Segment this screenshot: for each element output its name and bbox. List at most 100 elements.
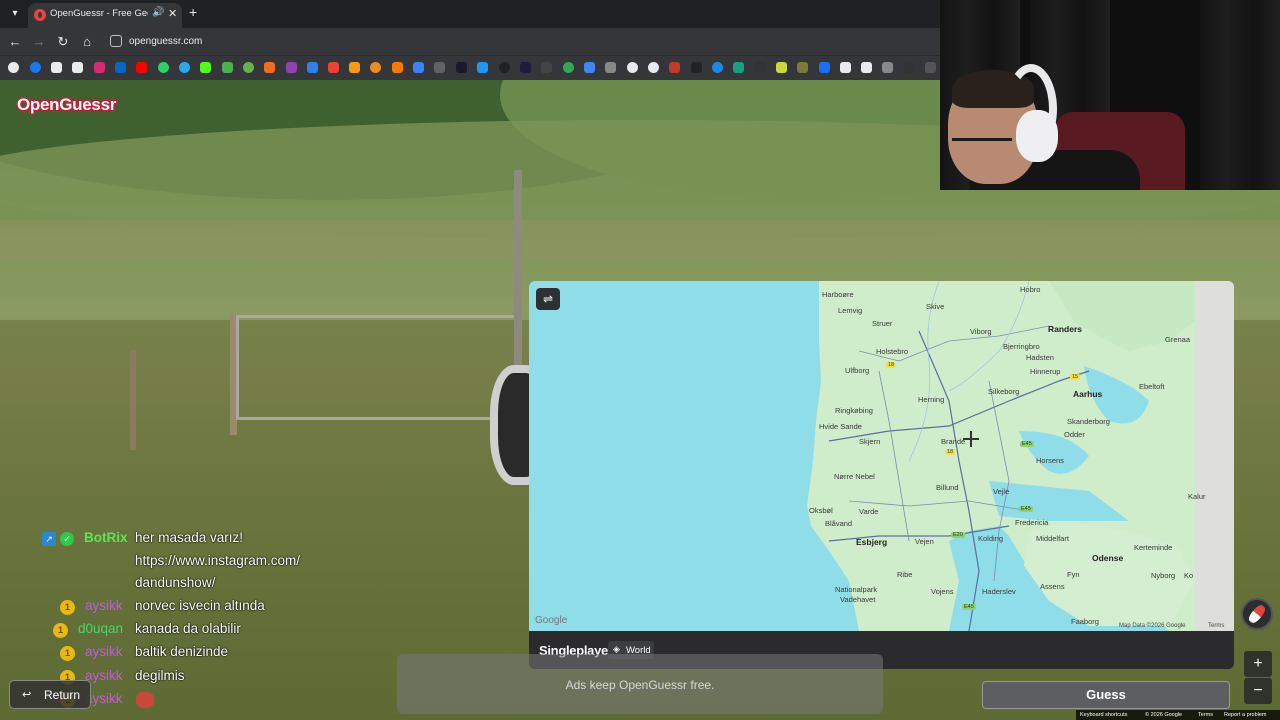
chat-text: baltik denizinde	[135, 644, 229, 659]
map-place-label: Horsens	[1036, 456, 1064, 465]
map-place-label: Kerteminde	[1134, 543, 1173, 552]
road-number-badge: E20	[951, 532, 965, 538]
map-place-label: Odder	[1064, 430, 1085, 439]
bookmark-icon[interactable]	[370, 62, 381, 73]
bookmark-icon[interactable]	[413, 62, 424, 73]
map-place-label: Hinnerup	[1030, 367, 1061, 376]
bookmark-icon[interactable]	[605, 62, 616, 73]
chat-username[interactable]: aysikk	[85, 598, 123, 613]
report-problem-link[interactable]: Report a problem	[1224, 712, 1267, 718]
telegram-bookmark-icon[interactable]	[179, 62, 190, 73]
map-place-label: Holstebro	[876, 347, 909, 356]
ad-banner: Ads keep OpenGuessr free.	[397, 654, 883, 714]
map-settings-button[interactable]: ⇌	[536, 288, 560, 310]
bookmark-icon[interactable]	[776, 62, 787, 73]
bookmark-icon[interactable]	[434, 62, 445, 73]
bookmark-icon[interactable]	[819, 62, 830, 73]
map-place-label: Viborg	[970, 327, 992, 336]
bookmark-icon[interactable]	[648, 62, 659, 73]
chat-text: degilmis	[135, 668, 185, 683]
bookmark-icon[interactable]	[669, 62, 680, 73]
map-place-label: Fredericia	[1015, 518, 1049, 527]
chat-username[interactable]: aysikk	[85, 668, 123, 683]
whatsapp-bookmark-icon[interactable]	[158, 62, 169, 73]
bookmark-icon[interactable]	[797, 62, 808, 73]
chat-username[interactable]: BotRix	[84, 530, 128, 545]
openguessr-logo[interactable]: OpenGuessr	[17, 95, 116, 115]
tab-search-icon[interactable]: ▾	[6, 5, 24, 23]
bookmark-icon[interactable]	[712, 62, 723, 73]
bookmark-icon[interactable]	[840, 62, 851, 73]
map-place-label: Randers	[1048, 324, 1083, 334]
webcam-glasses	[952, 138, 1012, 152]
google-logo: Google	[535, 615, 568, 626]
map-land	[807, 281, 1195, 631]
bookmark-icon[interactable]	[222, 62, 233, 73]
bookmark-icon[interactable]	[307, 62, 318, 73]
bookmark-icon[interactable]	[691, 62, 702, 73]
map-place-label: Hvide Sande	[819, 422, 862, 431]
chat-username[interactable]: aysikk	[85, 644, 123, 659]
bookmark-icon[interactable]	[541, 62, 552, 73]
browser-tab-bar: ▾ OpenGuessr - Free GeoGuessr 🔊 ✕ +	[0, 0, 940, 28]
forward-icon[interactable]: →	[30, 33, 48, 51]
bookmark-icon[interactable]	[627, 62, 638, 73]
bookmark-icon[interactable]	[349, 62, 360, 73]
bookmark-icon[interactable]	[456, 62, 467, 73]
kick-bookmark-icon[interactable]	[200, 62, 211, 73]
map-edge	[1195, 281, 1234, 631]
map-place-label: Ringkøbing	[835, 406, 873, 415]
bookmark-icon[interactable]	[477, 62, 488, 73]
bookmark-icon[interactable]	[882, 62, 893, 73]
translate-bookmark-icon[interactable]	[584, 62, 595, 73]
site-info-icon[interactable]	[110, 35, 122, 47]
gmail-bookmark-icon[interactable]	[328, 62, 339, 73]
bookmark-icon[interactable]	[243, 62, 254, 73]
zoom-in-button[interactable]: +	[1244, 651, 1272, 677]
bookmark-icon[interactable]	[392, 62, 403, 73]
home-icon[interactable]: ⌂	[78, 33, 96, 51]
new-tab-icon[interactable]: +	[189, 4, 197, 20]
compass-icon[interactable]	[1241, 598, 1273, 630]
terms-link[interactable]: Terms	[1198, 712, 1213, 718]
x-bookmark-icon[interactable]	[51, 62, 62, 73]
zoom-out-button[interactable]: −	[1244, 678, 1272, 704]
bookmark-icon[interactable]	[755, 62, 766, 73]
bookmark-icon[interactable]	[925, 62, 936, 73]
facebook-bookmark-icon[interactable]	[30, 62, 41, 73]
back-icon[interactable]: ←	[6, 33, 24, 51]
map-terms-link[interactable]: Terms	[1208, 623, 1224, 629]
address-bar[interactable]: openguessr.com	[129, 36, 202, 47]
fence-post	[514, 170, 522, 380]
chat-username[interactable]: d0uqan	[78, 621, 123, 636]
keyboard-shortcuts-link[interactable]: Keyboard shortcuts	[1080, 712, 1127, 718]
google-bookmark-icon[interactable]	[8, 62, 19, 73]
chat-text: https://www.instagram.com/	[135, 553, 301, 568]
crosshair-cursor-icon	[963, 431, 979, 447]
speaker-icon[interactable]: 🔊	[152, 7, 164, 18]
reload-icon[interactable]: ↻	[54, 33, 72, 51]
x-bookmark-icon[interactable]	[72, 62, 83, 73]
linkedin-bookmark-icon[interactable]	[115, 62, 126, 73]
bookmark-icon[interactable]	[286, 62, 297, 73]
map-place-label: Brande	[941, 437, 966, 446]
bookmark-icon[interactable]	[733, 62, 744, 73]
bookmark-icon[interactable]	[264, 62, 275, 73]
bookmark-icon[interactable]	[861, 62, 872, 73]
guess-button[interactable]: Guess	[982, 681, 1230, 709]
guess-map[interactable]: ⇌ Harboøre Skive Hobro Lemvig Struer Vib…	[529, 281, 1234, 631]
bookmark-icon[interactable]	[563, 62, 574, 73]
road-number-badge: E45	[1020, 441, 1034, 447]
fence-post	[130, 350, 136, 450]
bookmark-icon[interactable]	[520, 62, 531, 73]
bookmark-icon[interactable]	[904, 62, 915, 73]
browser-tab[interactable]: OpenGuessr - Free GeoGuessr 🔊 ✕	[28, 3, 182, 28]
map-place-label: Oksbøl	[809, 506, 833, 515]
bookmark-icon[interactable]	[499, 62, 510, 73]
youtube-bookmark-icon[interactable]	[136, 62, 147, 73]
instagram-bookmark-icon[interactable]	[94, 62, 105, 73]
moderator-icon: ↗	[42, 532, 56, 546]
verified-icon: ✓	[60, 532, 74, 546]
close-icon[interactable]: ✕	[168, 7, 177, 20]
return-button[interactable]: ↩ Return	[9, 680, 91, 709]
